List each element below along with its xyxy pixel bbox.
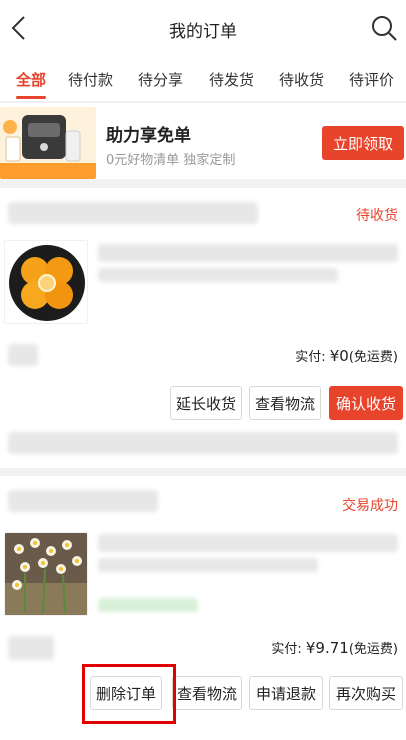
order-note-blurred [8,432,398,454]
product-title-blurred[interactable] [98,244,398,262]
tab-all[interactable]: 全部 [16,69,46,90]
request-refund-button[interactable]: 申请退款 [249,676,323,710]
product-thumbnail[interactable] [4,240,88,324]
order-status: 待收货 [356,208,398,224]
order-card: 待收货 实付: ¥0(免运费) 延长收货 查看物流 确认收货 [0,188,406,468]
shop-name-blurred[interactable] [8,202,258,224]
product-spec-blurred [98,268,338,282]
highlight-annotation [82,664,176,724]
search-icon[interactable] [370,14,398,42]
tab-pending-shipment[interactable]: 待发货 [209,69,254,90]
promo-subtitle: 0元好物清单 独家定制 [106,153,236,168]
quantity-blurred [8,344,38,366]
tab-pending-review[interactable]: 待评价 [349,69,394,90]
product-tag-blurred [98,598,198,612]
paid-amount: 实付: ¥9.71(免运费) [271,639,398,657]
promo-title: 助力享免单 [106,126,191,146]
paid-amount: 实付: ¥0(免运费) [295,347,398,365]
claim-now-button[interactable]: 立即领取 [322,126,404,160]
extend-receipt-button[interactable]: 延长收货 [170,386,242,420]
tab-pending-payment[interactable]: 待付款 [68,69,113,90]
page-title: 我的订单 [169,22,237,42]
confirm-receipt-button[interactable]: 确认收货 [329,386,403,420]
shop-name-blurred[interactable] [8,490,158,512]
view-logistics-button[interactable]: 查看物流 [249,386,321,420]
view-logistics-button[interactable]: 查看物流 [172,676,242,710]
promo-product-image [0,107,96,179]
order-status: 交易成功 [342,498,398,514]
tab-pending-share[interactable]: 待分享 [138,69,183,90]
order-tabs: 全部 待付款 待分享 待发货 待收货 待评价 [0,56,406,102]
product-title-blurred[interactable] [98,534,398,552]
order-card: 交易成功 实付: ¥9.71(免运费) 删除订单 查看物流 申请退款 再次购买 [0,476,406,740]
product-spec-blurred [98,558,318,572]
tab-pending-receipt[interactable]: 待收货 [279,69,324,90]
active-tab-indicator [16,96,46,99]
header-bar: 我的订单 [0,0,406,56]
quantity-blurred [8,636,54,660]
product-thumbnail[interactable] [4,532,88,616]
buy-again-button[interactable]: 再次购买 [329,676,403,710]
